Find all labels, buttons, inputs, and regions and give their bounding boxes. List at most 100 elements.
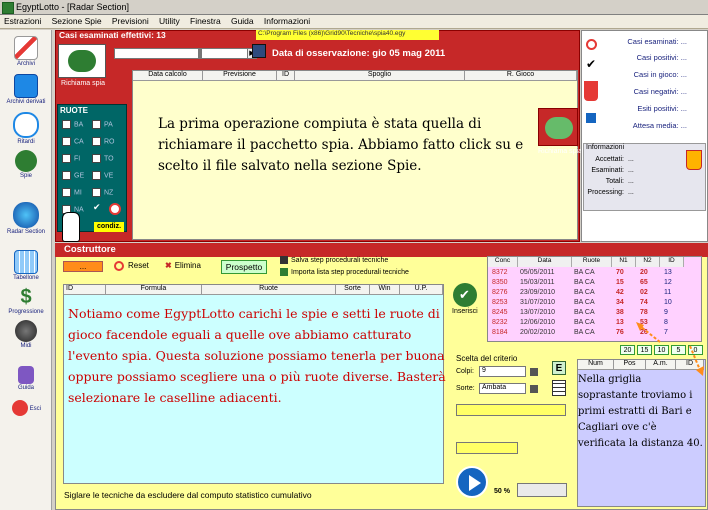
- draw-cell: 70: [616, 269, 624, 276]
- browse-button[interactable]: ...: [63, 261, 103, 272]
- col-data-calcolo[interactable]: Data calcolo: [133, 71, 203, 81]
- sidebar-item-midi[interactable]: Midi: [0, 320, 52, 349]
- menu-sezione-spie[interactable]: Sezione Spie: [48, 15, 106, 27]
- date-slider-thumb[interactable]: [198, 49, 202, 58]
- date-slider[interactable]: [114, 48, 249, 59]
- no-entry-icon[interactable]: [586, 39, 597, 50]
- prospetto-button[interactable]: Prospetto: [221, 260, 267, 274]
- menu-informazioni[interactable]: Informazioni: [260, 15, 314, 27]
- richiama-spia-button-2[interactable]: [538, 108, 578, 146]
- col-id[interactable]: ID: [660, 257, 684, 267]
- col-spoglio[interactable]: Spoglio: [295, 71, 465, 81]
- col-n2[interactable]: N2: [636, 257, 660, 267]
- draw-cell: BA CA: [574, 309, 595, 316]
- draw-cell: BA CA: [574, 319, 595, 326]
- ruota-ge[interactable]: GE: [62, 171, 84, 180]
- sidebar-item-archivi[interactable]: Archivi: [0, 36, 52, 67]
- ruote-title: RUOTE: [60, 106, 88, 115]
- draw-cell: 8232: [492, 319, 508, 326]
- arrow-icon: [586, 113, 596, 123]
- inserisci-button[interactable]: ✔: [453, 283, 477, 307]
- elimina-button[interactable]: ✖ Elimina: [165, 261, 201, 270]
- info-totali: Totali:: [605, 178, 624, 185]
- dots-icon[interactable]: [530, 368, 538, 376]
- criterio-select-2[interactable]: [456, 442, 518, 454]
- dots-icon[interactable]: [530, 385, 538, 393]
- window-title: EgyptLotto - [Radar Section]: [16, 2, 130, 12]
- col-up[interactable]: U.P.: [400, 285, 443, 295]
- hand-cursor-icon: [62, 212, 80, 242]
- ruota-nz[interactable]: NZ: [92, 188, 113, 197]
- info-esaminati: Esaminati:: [591, 167, 624, 174]
- draw-cell: 20/02/2010: [520, 329, 556, 336]
- sidebar-item-progressione[interactable]: $ Progressione: [0, 286, 52, 315]
- no-entry-icon[interactable]: [109, 203, 121, 215]
- narration-first: La prima operazione compiuta è stata que…: [158, 116, 524, 174]
- sidebar-item-ritardi[interactable]: Ritardi: [0, 112, 52, 145]
- ruota-ba[interactable]: BA: [62, 120, 83, 129]
- import-steps-button[interactable]: Importa lista step procedurali tecniche: [280, 268, 409, 276]
- col-id[interactable]: ID: [277, 71, 295, 81]
- col-ruote[interactable]: Ruote: [202, 285, 336, 295]
- menu-bar: Estrazioni Sezione Spie Previsioni Utili…: [0, 15, 708, 29]
- sidebar-item-guida[interactable]: Guida: [0, 366, 52, 391]
- zoom-level: 50 %: [494, 488, 510, 495]
- menu-utility[interactable]: Utility: [155, 15, 184, 27]
- ruota-ca[interactable]: CA: [62, 137, 84, 146]
- draw-cell: 42: [616, 289, 624, 296]
- open-file-button[interactable]: [252, 44, 266, 58]
- save-icon: [280, 256, 288, 264]
- ruota-ro[interactable]: RO: [92, 137, 115, 146]
- narration-second: Notiamo come EgyptLotto carichi le spie …: [68, 306, 446, 405]
- col-sorte[interactable]: Sorte: [336, 285, 370, 295]
- menu-finestra[interactable]: Finestra: [186, 15, 225, 27]
- sidebar-item-radar-section[interactable]: Radar Section: [0, 202, 52, 235]
- grid-icon[interactable]: [552, 380, 566, 396]
- menu-previsioni[interactable]: Previsioni: [108, 15, 153, 27]
- col-r-gioco[interactable]: R. Gioco: [465, 71, 577, 81]
- col-ruote[interactable]: Ruote: [572, 257, 612, 267]
- col-n1[interactable]: N1: [612, 257, 636, 267]
- dollar-icon: $: [20, 286, 32, 308]
- ruota-mi[interactable]: MI: [62, 188, 82, 197]
- ruota-fi[interactable]: FI: [62, 154, 80, 163]
- save-steps-button[interactable]: Salva step procedurali tecniche: [280, 256, 388, 264]
- grid-icon: [14, 250, 38, 274]
- criterio-select-1[interactable]: [456, 404, 566, 416]
- richiama-spia-button[interactable]: [58, 44, 106, 78]
- sidebar-item-archivi-derivati[interactable]: Archivi derivati: [0, 74, 52, 105]
- condiz-button[interactable]: condiz.: [94, 222, 124, 232]
- bucket-icon[interactable]: [584, 81, 598, 101]
- sorte-select[interactable]: Ambata: [479, 383, 526, 394]
- ruota-ve[interactable]: VE: [92, 171, 113, 180]
- sidebar-item-tabellone[interactable]: Tabellone: [0, 250, 52, 281]
- info-totali-value: ...: [628, 178, 634, 185]
- draw-cell: 12/06/2010: [520, 319, 556, 326]
- ruota-pa[interactable]: PA: [92, 120, 113, 129]
- play-button[interactable]: [456, 466, 488, 498]
- col-formula[interactable]: Formula: [106, 285, 202, 295]
- col-data[interactable]: Data: [518, 257, 572, 267]
- delete-icon: ✖: [165, 261, 172, 270]
- colpi-select[interactable]: 9: [479, 366, 526, 377]
- col-formula-id[interactable]: ID: [64, 285, 106, 295]
- stat-casi-negativi: Casi negativi: ...: [633, 87, 687, 96]
- zoom-slider[interactable]: [517, 483, 567, 497]
- annotation-arrow-2: [689, 345, 701, 371]
- bucket-icon[interactable]: [686, 150, 702, 170]
- criterio-title: Scelta del criterio: [456, 354, 518, 363]
- col-previsione[interactable]: Previsione: [203, 71, 277, 81]
- ruota-to[interactable]: TO: [92, 154, 114, 163]
- spy-icon: [68, 50, 96, 72]
- menu-estrazioni[interactable]: Estrazioni: [0, 15, 45, 27]
- col-win[interactable]: Win: [370, 285, 400, 295]
- menu-guida[interactable]: Guida: [227, 15, 258, 27]
- reset-button[interactable]: Reset: [114, 261, 149, 271]
- sidebar-item-esci[interactable]: Esci: [0, 400, 52, 417]
- e-button[interactable]: E: [552, 361, 566, 375]
- exit-icon: [12, 400, 28, 416]
- col-conc[interactable]: Conc: [488, 257, 518, 267]
- sidebar-item-spie[interactable]: Spie: [0, 150, 52, 179]
- draw-cell: 05/05/2011: [520, 269, 555, 276]
- info-box: Informazioni Accettati: Esaminati: Total…: [583, 143, 706, 211]
